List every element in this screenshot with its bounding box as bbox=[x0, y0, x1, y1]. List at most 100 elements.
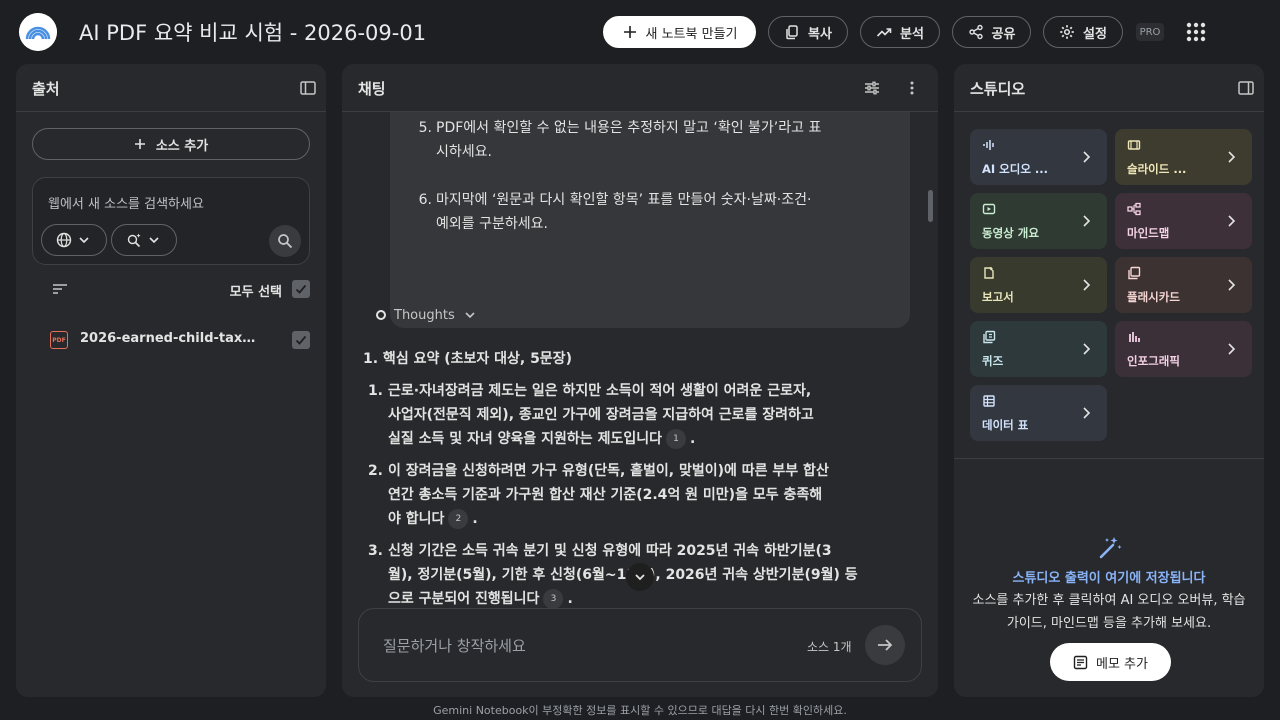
source-list-item[interactable]: PDF 2026-earned-child-tax-... bbox=[32, 330, 310, 352]
studio-tile-quiz[interactable]: 퀴즈 bbox=[970, 321, 1107, 377]
source-checkbox[interactable] bbox=[292, 331, 310, 349]
apps-grid-icon[interactable] bbox=[1185, 21, 1207, 43]
citation-chip[interactable]: 3 bbox=[543, 589, 564, 609]
chevron-right-icon bbox=[1083, 343, 1091, 355]
search-placeholder[interactable]: 웹에서 새 소스를 검색하세요 bbox=[48, 193, 204, 212]
chat-scrollbar[interactable] bbox=[928, 190, 933, 222]
chevron-down-icon bbox=[79, 237, 89, 244]
analyze-button[interactable]: 분석 bbox=[860, 16, 940, 48]
answer-line: 근로·자녀장려금 제도는 일은 하지만 소득이 적어 생활이 어려운 근로자, bbox=[388, 383, 812, 399]
tile-label: 데이터 표 bbox=[982, 418, 1029, 432]
sparkle-search-icon bbox=[127, 233, 141, 248]
add-source-button[interactable]: 소스 추가 bbox=[32, 128, 310, 160]
studio-panel: 스튜디오 AI 오디오 ... 슬라이드 ... 동영상 개요 마인드맵 보고서… bbox=[954, 64, 1264, 697]
studio-tile-infographic[interactable]: 인포그래픽 bbox=[1115, 321, 1252, 377]
chat-panel-title: 채팅 bbox=[358, 80, 386, 98]
trending-up-icon bbox=[876, 24, 892, 40]
answer-line: 야 합니다 bbox=[388, 511, 445, 527]
collapse-panel-icon[interactable] bbox=[1236, 78, 1256, 98]
chevron-right-icon bbox=[1228, 151, 1236, 163]
sort-icon[interactable] bbox=[52, 282, 68, 296]
tile-label: 마인드맵 bbox=[1127, 226, 1170, 240]
pro-badge: PRO bbox=[1136, 23, 1164, 41]
tile-label: 플래시카드 bbox=[1127, 290, 1180, 304]
copy-label: 복사 bbox=[808, 26, 832, 42]
list-number: 1. bbox=[367, 383, 383, 399]
magic-wand-icon bbox=[1099, 537, 1122, 559]
studio-empty-title: 스튜디오 출력이 여기에 저장됩니다 bbox=[1012, 571, 1206, 586]
chevron-right-icon bbox=[1083, 151, 1091, 163]
chat-messages[interactable]: 5. PDF에서 확인할 수 없는 내용은 추정하지 말고 ‘확인 불가’라고 … bbox=[342, 112, 938, 657]
chat-input-box[interactable]: 질문하거나 창작하세요 소스 1개 bbox=[358, 608, 922, 682]
chat-panel-header: 채팅 bbox=[342, 64, 938, 112]
flashcards-icon bbox=[1127, 265, 1141, 280]
studio-tile-video[interactable]: 동영상 개요 bbox=[970, 193, 1107, 249]
chat-settings-icon[interactable] bbox=[862, 78, 882, 98]
prompt-line: 마지막에 ‘원문과 다시 확인할 항목’ 표를 만들어 숫자·날짜·조건· bbox=[436, 192, 812, 208]
add-memo-label: 메모 추가 bbox=[1096, 656, 1148, 672]
citation-chip[interactable]: 2 bbox=[448, 509, 469, 529]
citation-chip[interactable]: 1 bbox=[665, 429, 686, 449]
tile-label: 퀴즈 bbox=[982, 354, 1004, 368]
search-mode-dropdown[interactable] bbox=[111, 224, 177, 256]
select-all-checkbox[interactable] bbox=[292, 280, 310, 298]
source-count-label: 소스 1개 bbox=[807, 640, 852, 654]
share-label: 공유 bbox=[991, 26, 1016, 42]
notebook-title[interactable]: AI PDF 요약 비교 시험 - 2026-09-01 bbox=[79, 17, 426, 47]
studio-tile-report[interactable]: 보고서 bbox=[970, 257, 1107, 313]
studio-tile-data-table[interactable]: 데이터 표 bbox=[970, 385, 1107, 441]
gear-icon bbox=[1059, 24, 1075, 40]
answer-line: 연간 총소득 기준과 가구원 합산 재산 기준(2.4억 원 미만)을 모두 충… bbox=[388, 487, 823, 503]
list-number: 3. bbox=[367, 543, 383, 559]
send-button[interactable] bbox=[865, 625, 905, 665]
thoughts-label: Thoughts bbox=[394, 307, 455, 323]
arrow-right-icon bbox=[878, 639, 893, 651]
chevron-down-icon bbox=[465, 312, 475, 319]
check-icon bbox=[295, 335, 307, 345]
web-source-search[interactable]: 웹에서 새 소스를 검색하세요 bbox=[32, 177, 310, 265]
tile-label: 보고서 bbox=[982, 290, 1014, 304]
studio-tile-mindmap[interactable]: 마인드맵 bbox=[1115, 193, 1252, 249]
user-prompt-bubble: 5. PDF에서 확인할 수 없는 내용은 추정하지 말고 ‘확인 불가’라고 … bbox=[390, 112, 910, 328]
mindmap-icon bbox=[1127, 201, 1141, 216]
scroll-to-bottom-button[interactable] bbox=[626, 563, 654, 591]
analyze-label: 분석 bbox=[900, 26, 924, 42]
answer-line: 월), 정기분(5월), 기한 후 신청(6월~11월), 2026년 귀속 상… bbox=[388, 567, 858, 583]
table-icon bbox=[982, 393, 996, 407]
studio-empty-description: 소스를 추가한 후 클릭하여 AI 오디오 오버뷰, 학습 가이드, 마인드맵 … bbox=[972, 593, 1246, 631]
settings-button[interactable]: 설정 bbox=[1043, 16, 1123, 48]
new-notebook-button[interactable]: 새 노트북 만들기 bbox=[603, 16, 756, 48]
search-submit-button[interactable] bbox=[269, 225, 301, 257]
tile-label: 인포그래픽 bbox=[1127, 354, 1180, 368]
add-memo-button[interactable]: 메모 추가 bbox=[1050, 643, 1171, 681]
chevron-right-icon bbox=[1083, 215, 1091, 227]
select-all-label: 모두 선택 bbox=[229, 285, 282, 300]
share-icon bbox=[968, 24, 984, 40]
search-icon bbox=[278, 234, 293, 249]
prompt-line: 시하세요. bbox=[436, 144, 492, 160]
answer-line: 으로 구분되어 진행됩니다 bbox=[388, 591, 540, 607]
quiz-icon bbox=[982, 329, 996, 344]
search-source-type-dropdown[interactable] bbox=[41, 224, 107, 256]
more-vert-icon[interactable] bbox=[902, 78, 922, 98]
source-name[interactable]: 2026-earned-child-tax-... bbox=[80, 331, 260, 346]
sources-panel-header: 출처 bbox=[16, 64, 326, 112]
app-logo-icon[interactable] bbox=[19, 13, 57, 51]
slides-icon bbox=[1127, 137, 1141, 151]
thoughts-dot-icon bbox=[376, 310, 386, 320]
studio-panel-title: 스튜디오 bbox=[970, 80, 1026, 98]
infographic-icon bbox=[1127, 329, 1141, 343]
share-button[interactable]: 공유 bbox=[952, 16, 1031, 48]
note-icon bbox=[1073, 655, 1088, 669]
collapse-panel-icon[interactable] bbox=[298, 78, 318, 98]
studio-tile-slides[interactable]: 슬라이드 ... bbox=[1115, 129, 1252, 185]
list-number: 5. bbox=[418, 120, 432, 136]
chevron-down-icon bbox=[635, 574, 645, 581]
audio-icon bbox=[982, 137, 996, 151]
copy-button[interactable]: 복사 bbox=[768, 16, 848, 48]
chat-input-field[interactable]: 질문하거나 창작하세요 bbox=[383, 635, 526, 656]
studio-tile-flashcards[interactable]: 플래시카드 bbox=[1115, 257, 1252, 313]
answer-line: 이 장려금을 신청하려면 가구 유형(단독, 홑벌이, 맞벌이)에 따른 부부 … bbox=[388, 463, 829, 479]
studio-tile-audio[interactable]: AI 오디오 ... bbox=[970, 129, 1107, 185]
thoughts-toggle[interactable]: Thoughts bbox=[376, 305, 477, 325]
